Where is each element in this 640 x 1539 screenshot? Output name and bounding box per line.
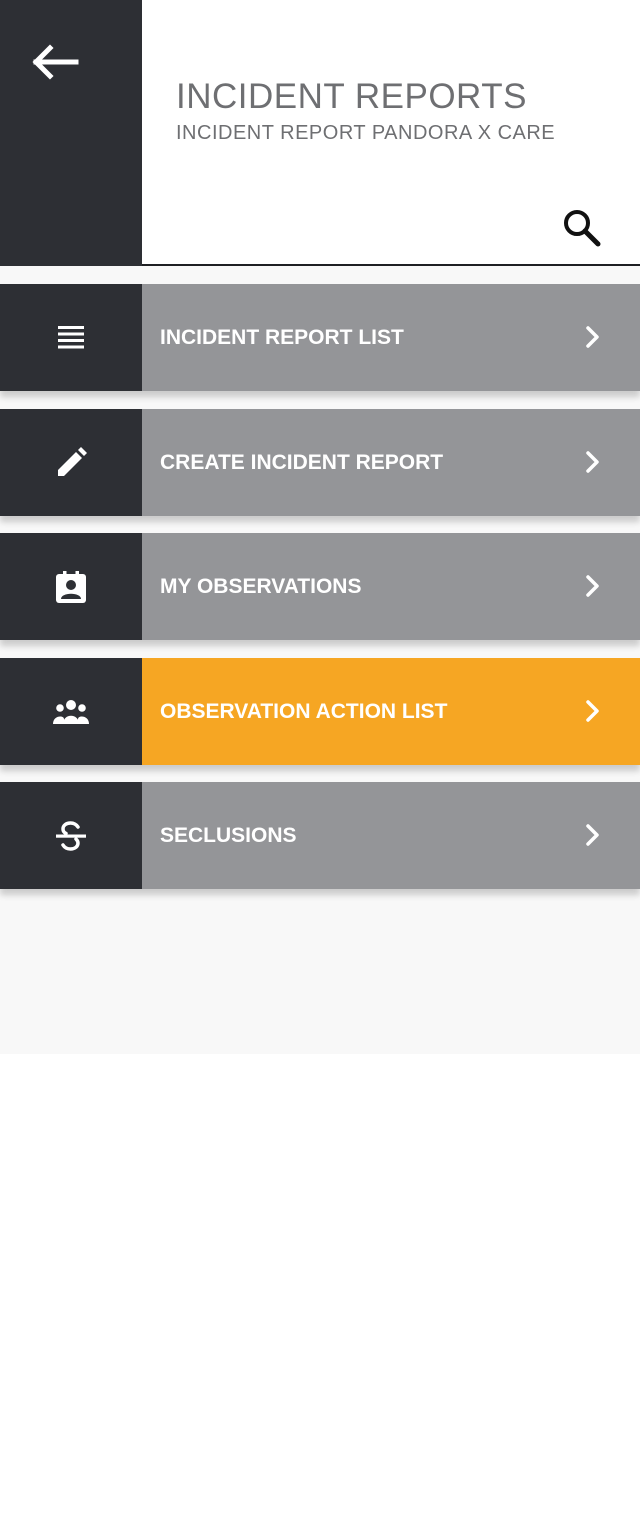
menu-label: INCIDENT REPORT LIST: [160, 326, 404, 349]
contact-calendar-icon: [56, 570, 86, 603]
menu-label: CREATE INCIDENT REPORT: [160, 451, 444, 474]
menu-icon-cell: [0, 284, 142, 391]
menu-label: SECLUSIONS: [160, 824, 297, 847]
menu-icon-cell: [0, 533, 142, 640]
menu-item-create-incident-report[interactable]: CREATE INCIDENT REPORT: [0, 409, 640, 516]
search-button[interactable]: [560, 206, 604, 250]
chevron-right-icon: [582, 448, 604, 476]
menu-body: OBSERVATION ACTION LIST: [142, 658, 640, 765]
list-icon: [58, 325, 84, 348]
back-button[interactable]: [28, 40, 84, 84]
menu-body: INCIDENT REPORT LIST: [142, 284, 640, 391]
arrow-left-icon: [32, 44, 79, 80]
menu-body: SECLUSIONS: [142, 782, 640, 889]
app-screen: INCIDENT REPORTS INCIDENT REPORT PANDORA…: [0, 0, 640, 1054]
page-title: INCIDENT REPORTS: [176, 77, 527, 116]
menu-item-seclusions[interactable]: SECLUSIONS: [0, 782, 640, 889]
menu-item-incident-report-list[interactable]: INCIDENT REPORT LIST: [0, 284, 640, 391]
pencil-icon: [58, 446, 87, 476]
menu-item-my-observations[interactable]: MY OBSERVATIONS: [0, 533, 640, 640]
page-subtitle: INCIDENT REPORT PANDORA X CARE: [176, 122, 556, 144]
menu-label: OBSERVATION ACTION LIST: [160, 700, 448, 723]
menu-icon-cell: [0, 782, 142, 889]
chevron-right-icon: [582, 323, 604, 351]
menu-icon-cell: [0, 658, 142, 765]
back-panel: [0, 0, 142, 266]
search-icon: [564, 210, 601, 247]
menu-icon-cell: [0, 409, 142, 516]
strikethrough-icon: [56, 820, 86, 851]
chevron-right-icon: [582, 572, 604, 600]
menu-item-observation-action-list[interactable]: OBSERVATION ACTION LIST: [0, 658, 640, 765]
header: INCIDENT REPORTS INCIDENT REPORT PANDORA…: [0, 0, 640, 266]
menu-body: CREATE INCIDENT REPORT: [142, 409, 640, 516]
chevron-right-icon: [582, 697, 604, 725]
menu-label: MY OBSERVATIONS: [160, 575, 362, 598]
chevron-right-icon: [582, 821, 604, 849]
menu-body: MY OBSERVATIONS: [142, 533, 640, 640]
people-group-icon: [53, 699, 89, 724]
